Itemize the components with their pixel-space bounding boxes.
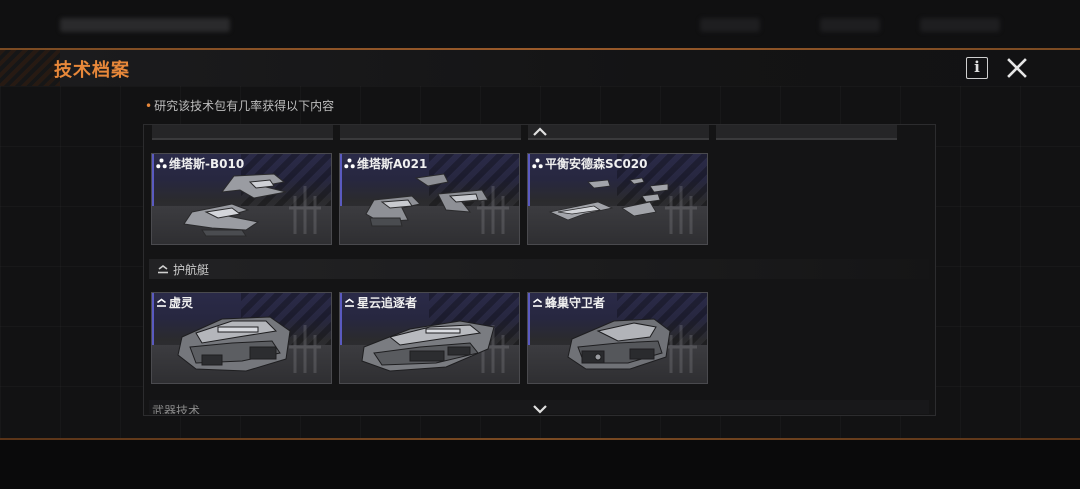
item-name: 维塔斯A021	[357, 157, 428, 171]
item-card[interactable]: 维塔斯A021	[339, 153, 520, 245]
close-icon[interactable]	[1004, 55, 1030, 81]
card-stripe	[340, 293, 342, 345]
card-stripe	[340, 154, 342, 206]
card-stripe	[528, 154, 530, 206]
scroll-up-icon[interactable]	[532, 127, 548, 137]
blurred-background-element	[920, 18, 1000, 32]
card-stripe	[152, 154, 154, 206]
info-button[interactable]: i	[966, 57, 988, 79]
blurred-background-element	[820, 18, 880, 32]
card-stripe	[152, 293, 154, 345]
item-name: 蜂巢守卫者	[545, 296, 606, 310]
research-note: • 研究该技术包有几率获得以下内容	[145, 99, 335, 113]
item-card[interactable]: 虚灵	[151, 292, 332, 384]
frigate-ship-image	[183, 173, 287, 237]
tri-dot-icon	[532, 158, 543, 169]
scroll-down-icon[interactable]	[532, 404, 548, 414]
corvette-ship-image	[177, 316, 291, 372]
corvette-ship-image	[361, 320, 495, 372]
previous-row-stub	[152, 125, 333, 140]
tri-dot-icon	[156, 158, 167, 169]
blurred-background-element	[700, 18, 760, 32]
item-card[interactable]: 维塔斯-B010	[151, 153, 332, 245]
previous-row-stub	[340, 125, 521, 140]
page-title: 技术档案	[54, 60, 130, 81]
header-stripes	[0, 50, 60, 86]
item-name: 星云追逐者	[357, 296, 418, 310]
frigate-squadron-image	[365, 173, 489, 227]
chevron-stack-icon	[157, 298, 166, 307]
item-name: 维塔斯-B010	[169, 157, 245, 171]
item-card[interactable]: 平衡安德森SC020	[527, 153, 708, 245]
section-title: 武器技术	[152, 404, 201, 414]
section-title: 护航艇	[173, 263, 210, 277]
item-name: 虚灵	[169, 296, 194, 310]
tri-dot-icon	[344, 158, 355, 169]
corvette-ship-image	[567, 318, 671, 370]
item-card[interactable]: 星云追逐者	[339, 292, 520, 384]
chevron-stack-icon	[158, 265, 168, 274]
card-stripe	[528, 293, 530, 345]
item-name: 平衡安德森SC020	[545, 157, 648, 171]
blurred-background-text	[60, 18, 230, 32]
item-card[interactable]: 蜂巢守卫者	[527, 292, 708, 384]
section-header-escort: 护航艇	[149, 259, 929, 279]
top-strip	[0, 0, 1080, 48]
bottom-strip	[0, 440, 1080, 489]
chevron-stack-icon	[345, 298, 354, 307]
research-note-text: 研究该技术包有几率获得以下内容	[154, 99, 335, 113]
previous-row-stub	[528, 125, 709, 140]
fighter-swarm-image	[548, 177, 669, 221]
header-bar: 技术档案	[0, 50, 1080, 86]
previous-row-stub	[716, 125, 897, 140]
chevron-stack-icon	[533, 298, 542, 307]
